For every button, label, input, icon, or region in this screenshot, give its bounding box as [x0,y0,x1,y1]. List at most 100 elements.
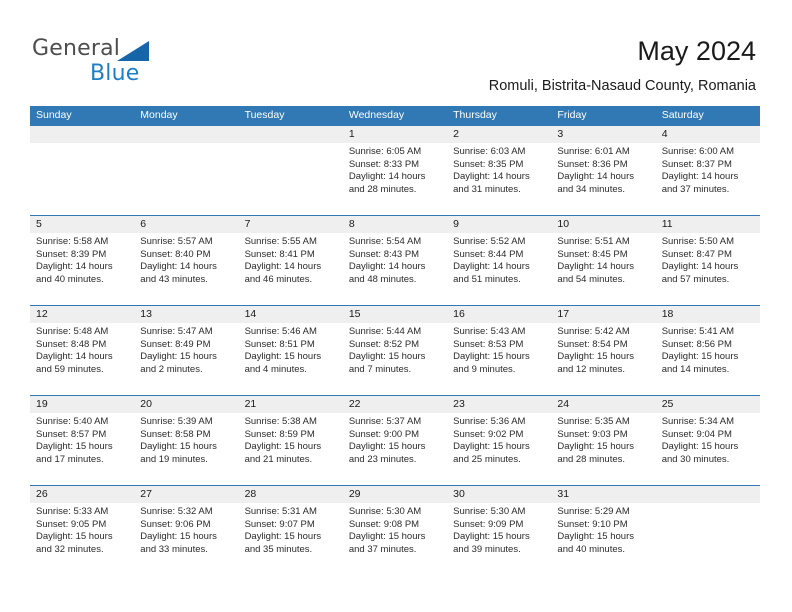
daylight-text-line2: and 43 minutes. [140,273,208,285]
brand-logo[interactable]: General Blue [32,36,212,88]
day-number[interactable]: 26 [30,486,134,503]
day-cell[interactable] [30,143,134,215]
day-cell[interactable]: Sunrise: 5:30 AM Sunset: 9:08 PM Dayligh… [343,503,447,575]
sunrise-text: Sunrise: 5:57 AM [140,236,213,247]
day-cell[interactable]: Sunrise: 5:29 AM Sunset: 9:10 PM Dayligh… [551,503,655,575]
sunrise-text: Sunrise: 5:48 AM [36,326,109,337]
day-cell[interactable]: Sunrise: 5:30 AM Sunset: 9:09 PM Dayligh… [447,503,551,575]
day-number[interactable]: 11 [656,216,760,233]
day-cell[interactable] [239,143,343,215]
day-number[interactable]: 19 [30,396,134,413]
day-number-band: 12 13 14 15 16 17 18 [30,306,760,323]
day-number[interactable]: 2 [447,126,551,143]
day-number[interactable]: 18 [656,306,760,323]
weekday-header-thursday: Thursday [453,109,497,121]
day-number[interactable]: 23 [447,396,551,413]
day-cell[interactable]: Sunrise: 5:44 AM Sunset: 8:52 PM Dayligh… [343,323,447,395]
day-cell[interactable]: Sunrise: 5:36 AM Sunset: 9:02 PM Dayligh… [447,413,551,485]
day-number-band: 5 6 7 8 9 10 11 [30,216,760,233]
daylight-text-line1: Daylight: 14 hours [557,261,634,273]
sunset-text: Sunset: 8:59 PM [244,428,315,440]
daylight-text-line2: and 25 minutes. [453,453,521,465]
sunrise-text: Sunrise: 6:00 AM [661,146,735,157]
daylight-text-line1: Daylight: 14 hours [348,261,426,273]
daylight-text-line2: and 17 minutes. [36,453,104,465]
day-number[interactable]: 27 [134,486,238,503]
day-number[interactable]: 17 [551,306,655,323]
day-number[interactable]: 10 [551,216,655,233]
day-number[interactable]: 24 [551,396,655,413]
sunrise-text: Sunrise: 5:51 AM [557,236,630,247]
day-cell[interactable]: Sunrise: 5:57 AM Sunset: 8:40 PM Dayligh… [134,233,238,305]
day-number[interactable]: 14 [239,306,343,323]
daylight-text-line1: Daylight: 15 hours [36,531,113,543]
day-cell[interactable]: Sunrise: 5:54 AM Sunset: 8:43 PM Dayligh… [343,233,447,305]
day-number[interactable]: 4 [656,126,760,143]
day-number[interactable]: 7 [239,216,343,233]
sunset-text: Sunset: 8:37 PM [661,158,732,170]
day-cell[interactable]: Sunrise: 6:03 AM Sunset: 8:35 PM Dayligh… [447,143,551,215]
day-number[interactable]: 22 [343,396,447,413]
day-cell[interactable]: Sunrise: 5:33 AM Sunset: 9:05 PM Dayligh… [30,503,134,575]
day-number[interactable]: 13 [134,306,238,323]
day-cell[interactable]: Sunrise: 5:34 AM Sunset: 9:04 PM Dayligh… [656,413,760,485]
day-cell[interactable]: Sunrise: 5:32 AM Sunset: 9:06 PM Dayligh… [134,503,238,575]
day-number[interactable]: 9 [447,216,551,233]
daylight-text-line1: Daylight: 14 hours [140,261,217,273]
day-number[interactable]: 3 [551,126,655,143]
day-number[interactable] [656,486,760,503]
day-number[interactable]: 21 [239,396,343,413]
page-title: May 2024 [637,36,756,66]
day-cell[interactable]: Sunrise: 5:43 AM Sunset: 8:53 PM Dayligh… [447,323,551,395]
day-cell[interactable]: Sunrise: 5:52 AM Sunset: 8:44 PM Dayligh… [447,233,551,305]
sunrise-text: Sunrise: 6:05 AM [348,146,422,157]
day-cell[interactable]: Sunrise: 5:51 AM Sunset: 8:45 PM Dayligh… [551,233,655,305]
day-number[interactable] [239,126,343,143]
sunrise-text: Sunrise: 5:41 AM [661,326,735,337]
day-cell[interactable] [656,503,760,575]
day-cell[interactable] [134,143,238,215]
daylight-text-line2: and 2 minutes. [140,363,203,375]
sunset-text: Sunset: 9:04 PM [661,428,732,440]
day-cell[interactable]: Sunrise: 6:00 AM Sunset: 8:37 PM Dayligh… [656,143,760,215]
day-cell[interactable]: Sunrise: 5:40 AM Sunset: 8:57 PM Dayligh… [30,413,134,485]
day-cell[interactable]: Sunrise: 5:31 AM Sunset: 9:07 PM Dayligh… [239,503,343,575]
daylight-text-line2: and 12 minutes. [557,363,626,375]
day-cell[interactable]: Sunrise: 5:50 AM Sunset: 8:47 PM Dayligh… [656,233,760,305]
sunset-text: Sunset: 8:35 PM [453,158,524,170]
day-number[interactable]: 16 [447,306,551,323]
day-cell[interactable]: Sunrise: 5:42 AM Sunset: 8:54 PM Dayligh… [551,323,655,395]
day-number[interactable]: 29 [343,486,447,503]
day-cell[interactable]: Sunrise: 5:37 AM Sunset: 9:00 PM Dayligh… [343,413,447,485]
day-cell[interactable]: Sunrise: 6:05 AM Sunset: 8:33 PM Dayligh… [343,143,447,215]
day-number[interactable] [30,126,134,143]
day-cell[interactable]: Sunrise: 5:35 AM Sunset: 9:03 PM Dayligh… [551,413,655,485]
day-number[interactable]: 30 [447,486,551,503]
day-number[interactable]: 15 [343,306,447,323]
day-number[interactable]: 5 [30,216,134,233]
day-cell[interactable]: Sunrise: 5:55 AM Sunset: 8:41 PM Dayligh… [239,233,343,305]
day-cell[interactable]: Sunrise: 5:58 AM Sunset: 8:39 PM Dayligh… [30,233,134,305]
day-number[interactable]: 28 [239,486,343,503]
day-detail-band: Sunrise: 6:05 AM Sunset: 8:33 PM Dayligh… [30,143,760,215]
day-number[interactable]: 31 [551,486,655,503]
day-cell[interactable]: Sunrise: 5:46 AM Sunset: 8:51 PM Dayligh… [239,323,343,395]
day-cell[interactable]: Sunrise: 5:38 AM Sunset: 8:59 PM Dayligh… [239,413,343,485]
day-number[interactable]: 25 [656,396,760,413]
day-cell[interactable]: Sunrise: 5:47 AM Sunset: 8:49 PM Dayligh… [134,323,238,395]
day-cell[interactable]: Sunrise: 6:01 AM Sunset: 8:36 PM Dayligh… [551,143,655,215]
day-cell[interactable]: Sunrise: 5:41 AM Sunset: 8:56 PM Dayligh… [656,323,760,395]
sunset-text: Sunset: 8:41 PM [244,248,315,260]
day-number[interactable]: 12 [30,306,134,323]
sunset-text: Sunset: 8:54 PM [557,338,628,350]
day-number[interactable]: 1 [343,126,447,143]
day-cell[interactable]: Sunrise: 5:48 AM Sunset: 8:48 PM Dayligh… [30,323,134,395]
day-number[interactable]: 8 [343,216,447,233]
day-number[interactable] [134,126,238,143]
sunset-text: Sunset: 8:56 PM [661,338,732,350]
daylight-text-line2: and 7 minutes. [348,363,412,375]
daylight-text-line1: Daylight: 15 hours [244,351,322,363]
day-number[interactable]: 20 [134,396,238,413]
day-cell[interactable]: Sunrise: 5:39 AM Sunset: 8:58 PM Dayligh… [134,413,238,485]
day-number[interactable]: 6 [134,216,238,233]
